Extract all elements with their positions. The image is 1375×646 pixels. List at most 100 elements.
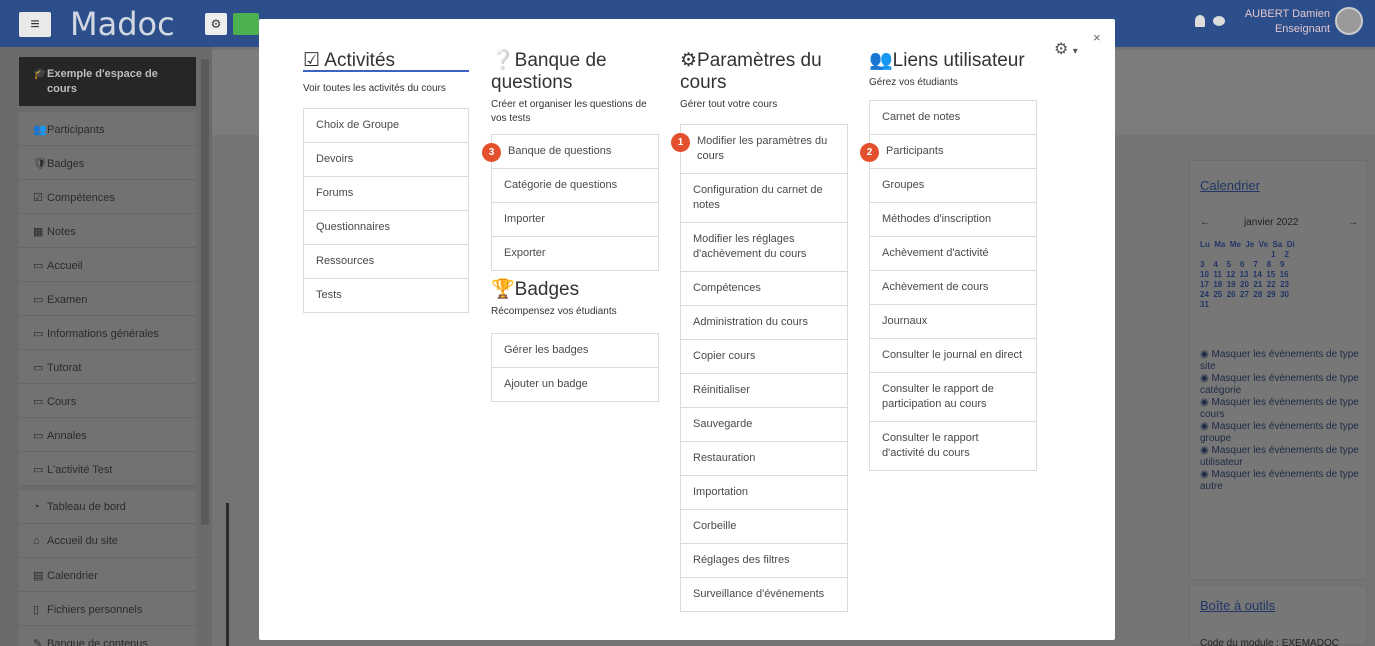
liens-link[interactable]: Consulter le journal en direct [870, 339, 1036, 373]
liens-link[interactable]: Consulter le rapport d'activité du cours [870, 422, 1036, 470]
toolbox-title[interactable]: Boîte à outils [1200, 598, 1275, 613]
parametres-link[interactable]: Réinitialiser [681, 374, 847, 408]
sidebar-item[interactable]: 🛡Badges [19, 146, 196, 180]
parametres-link[interactable]: Sauvegarde [681, 408, 847, 442]
activites-link[interactable]: Tests [304, 279, 468, 312]
activites-link[interactable]: Choix de Groupe [304, 109, 468, 143]
liens-link[interactable]: 2 Participants [860, 135, 1036, 169]
step-badge: 1 [671, 133, 690, 152]
badges-link[interactable]: Ajouter un badge [492, 368, 658, 401]
sidebar-item[interactable]: ⌂ Accueil du site [19, 524, 196, 558]
sidebar-scrollbar[interactable] [199, 47, 211, 646]
activites-link[interactable]: Questionnaires [304, 211, 468, 245]
sidebar-item-label: Banque de contenus [47, 638, 148, 646]
parametres-link[interactable]: Modifier les réglages d'achèvement du co… [681, 223, 847, 272]
parametres-link[interactable]: Administration du cours [681, 306, 847, 340]
sidebar-item[interactable]: ▭ Tutorat [19, 350, 196, 384]
sidebar-item[interactable]: ▭ Informations générales [19, 316, 196, 350]
sidebar-item[interactable]: ☑ Compétences [19, 180, 196, 214]
sidebar-item[interactable]: 🎓Exemple d'espace de cours [19, 57, 196, 107]
sidebar-item[interactable]: ◔ Tableau de bord [19, 490, 196, 524]
calendar-filter-toggle[interactable]: ◉ Masquer les événements de type autre [1200, 469, 1360, 493]
gear-icon[interactable]: ⚙ [205, 13, 227, 35]
avatar[interactable] [1335, 7, 1363, 35]
sidebar-item[interactable]: 👥Participants [19, 112, 196, 146]
sidebar-item[interactable]: ✎ Banque de contenus [19, 626, 196, 646]
parametres-link[interactable]: Importation [681, 476, 847, 510]
calendar-filter-toggle[interactable]: ◉ Masquer les événements de type cours [1200, 397, 1360, 421]
liens-link[interactable]: Méthodes d'inscription [870, 203, 1036, 237]
liens-link-label: Achèvement d'activité [882, 247, 989, 259]
prev-month-icon[interactable]: ← [1200, 217, 1210, 228]
table-icon: ▦ [33, 226, 44, 238]
calendar-week-row[interactable]: 31 [1200, 300, 1360, 310]
sidebar-item[interactable]: ▯ Fichiers personnels [19, 592, 196, 626]
parametres-link[interactable]: Copier cours [681, 340, 847, 374]
liens-link[interactable]: Carnet de notes [870, 101, 1036, 135]
calendar-week-row[interactable]: 17 18 19 20 21 22 23 [1200, 280, 1360, 290]
liens-link[interactable]: Achèvement d'activité [870, 237, 1036, 271]
question-circle-icon: ❔ [491, 50, 515, 71]
calendar-week-row[interactable]: 3 4 5 6 7 8 9 [1200, 260, 1360, 270]
close-icon[interactable]: × [1093, 30, 1101, 45]
sidebar-item[interactable]: ▭ Accueil [19, 248, 196, 282]
calendar-filter-label: Masquer les événements de type cours [1200, 397, 1359, 420]
banque-link[interactable]: 3 Banque de questions [482, 135, 658, 169]
calendar-days-header: Lu Ma Me Je Ve Sa Di [1200, 240, 1295, 249]
banque-link[interactable]: Importer [492, 203, 658, 237]
sidebar-item[interactable]: ▤ Calendrier [19, 558, 196, 592]
badges-link[interactable]: Gérer les badges [492, 334, 658, 368]
parametres-link[interactable]: Surveillance d'événements [681, 578, 847, 611]
edit-mode-button[interactable] [233, 13, 259, 35]
calendar-filter-label: Masquer les événements de type groupe [1200, 421, 1359, 444]
sidebar-item[interactable]: ▦ Notes [19, 214, 196, 248]
sidebar-item[interactable]: ▭ L'activité Test [19, 452, 196, 486]
activites-link[interactable]: Devoirs [304, 143, 468, 177]
liens-title[interactable]: Liens utilisateur [893, 50, 1025, 71]
gear-dropdown-icon[interactable]: ⚙ ▾ [1054, 39, 1078, 59]
parametres-link[interactable]: Restauration [681, 442, 847, 476]
sidebar-item[interactable]: ▭ Annales [19, 418, 196, 452]
badges-subtitle: Récompensez vos étudiants [491, 306, 617, 317]
parametres-link[interactable]: Corbeille [681, 510, 847, 544]
liens-link[interactable]: Consulter le rapport de participation au… [870, 373, 1036, 422]
activites-link-label: Tests [316, 289, 342, 301]
scrollbar-thumb[interactable] [201, 59, 209, 525]
parametres-link[interactable]: Réglages des filtres [681, 544, 847, 578]
calendar-week-row[interactable]: 1 2 [1200, 250, 1360, 260]
parametres-link[interactable]: 1 Modifier les paramètres du cours [671, 125, 847, 174]
parametres-title[interactable]: Paramètres du cours [680, 50, 822, 93]
site-logo[interactable]: Madoc [70, 4, 175, 44]
liens-link[interactable]: Groupes [870, 169, 1036, 203]
calendar-filter-toggle[interactable]: ◉ Masquer les événements de type groupe [1200, 421, 1360, 445]
next-month-icon[interactable]: → [1348, 217, 1358, 228]
activites-link[interactable]: Ressources [304, 245, 468, 279]
chat-icon[interactable] [1213, 16, 1225, 26]
badges-title[interactable]: Badges [515, 279, 579, 300]
sidebar-item-label: Cours [47, 396, 77, 408]
parametres-link-label: Restauration [693, 452, 756, 464]
banque-link[interactable]: Catégorie de questions [492, 169, 658, 203]
activites-title[interactable]: Activités [324, 50, 395, 71]
calendar-title[interactable]: Calendrier [1200, 178, 1260, 193]
calendar-filter-toggle[interactable]: ◉ Masquer les événements de type catégor… [1200, 373, 1360, 397]
banque-link[interactable]: Exporter [492, 237, 658, 270]
user-menu[interactable]: AUBERT Damien Enseignant [1245, 7, 1330, 37]
sidebar-item-label: Notes [47, 226, 76, 238]
banque-link-label: Catégorie de questions [504, 179, 618, 191]
calendar-filter-toggle[interactable]: ◉ Masquer les événements de type site [1200, 349, 1360, 373]
calendar-week-row[interactable]: 24 25 26 27 28 29 30 [1200, 290, 1360, 300]
activites-link[interactable]: Forums [304, 177, 468, 211]
bell-icon[interactable] [1195, 15, 1205, 27]
liens-link[interactable]: Journaux [870, 305, 1036, 339]
calendar-week-row[interactable]: 10 11 12 13 14 15 16 [1200, 270, 1360, 280]
sidebar-item-label: Annales [47, 430, 87, 442]
liens-link[interactable]: Achèvement de cours [870, 271, 1036, 305]
calendar-filter-toggle[interactable]: ◉ Masquer les événements de type utilisa… [1200, 445, 1360, 469]
parametres-link[interactable]: Configuration du carnet de notes [681, 174, 847, 223]
sidebar-item[interactable]: ▭ Cours [19, 384, 196, 418]
step-badge: 3 [482, 143, 501, 162]
parametres-link[interactable]: Compétences [681, 272, 847, 306]
hamburger-icon[interactable]: ≡ [19, 12, 51, 37]
sidebar-item[interactable]: ▭ Examen [19, 282, 196, 316]
